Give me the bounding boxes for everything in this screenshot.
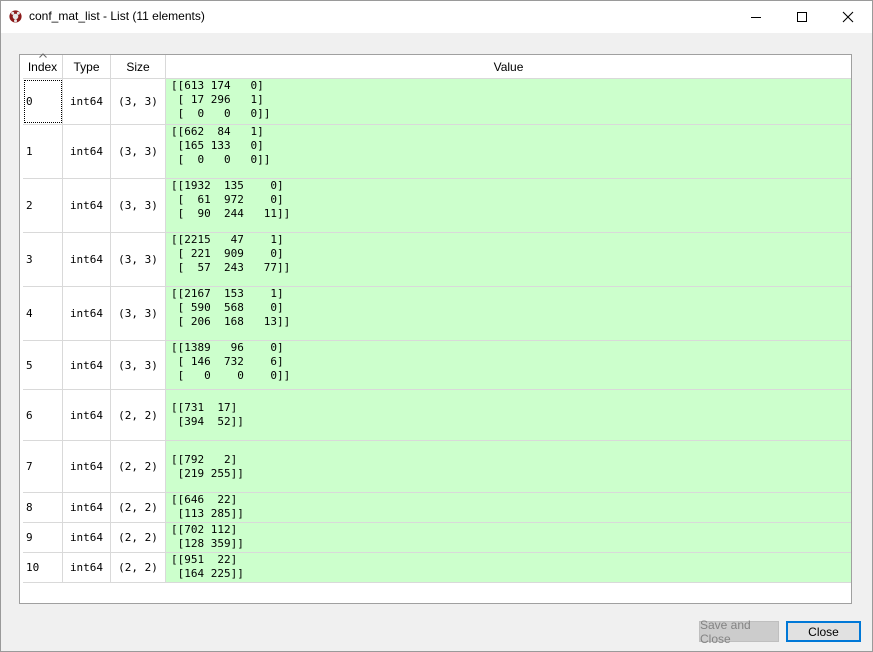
- type-cell[interactable]: int64: [63, 493, 111, 522]
- type-cell[interactable]: int64: [63, 79, 111, 124]
- size-cell[interactable]: (3, 3): [111, 233, 166, 286]
- column-header-type[interactable]: Type: [63, 55, 111, 79]
- size-cell[interactable]: (3, 3): [111, 79, 166, 124]
- type-cell[interactable]: int64: [63, 553, 111, 582]
- value-text: [[731 17] [394 52]]: [171, 401, 244, 428]
- value-text: [[646 22] [113 285]]: [171, 493, 244, 520]
- size-cell[interactable]: (3, 3): [111, 341, 166, 389]
- column-header-index[interactable]: Index: [23, 53, 63, 79]
- table-header: Index Type Size Value: [23, 53, 851, 79]
- table-row[interactable]: 4 int64 (3, 3) [[2167 153 1] [ 590 568 0…: [23, 287, 851, 341]
- value-cell[interactable]: [[2215 47 1] [ 221 909 0] [ 57 243 77]]: [166, 233, 851, 286]
- value-cell[interactable]: [[613 174 0] [ 17 296 1] [ 0 0 0]]: [166, 79, 851, 124]
- size-cell[interactable]: (3, 3): [111, 179, 166, 232]
- table-row[interactable]: 3 int64 (3, 3) [[2215 47 1] [ 221 909 0]…: [23, 233, 851, 287]
- value-cell[interactable]: [[702 112] [128 359]]: [166, 523, 851, 552]
- table-row[interactable]: 1 int64 (3, 3) [[662 84 1] [165 133 0] […: [23, 125, 851, 179]
- save-and-close-button[interactable]: Save and Close: [699, 618, 779, 646]
- table-body: 0 int64 (3, 3) [[613 174 0] [ 17 296 1] …: [23, 79, 851, 583]
- value-text: [[662 84 1] [165 133 0] [ 0 0 0]]: [171, 125, 271, 166]
- type-cell[interactable]: int64: [63, 125, 111, 178]
- index-cell[interactable]: 8: [23, 493, 63, 522]
- type-cell[interactable]: int64: [63, 233, 111, 286]
- index-cell[interactable]: 9: [23, 523, 63, 552]
- value-text: [[613 174 0] [ 17 296 1] [ 0 0 0]]: [171, 79, 271, 120]
- column-header-size[interactable]: Size: [111, 55, 166, 79]
- table-row[interactable]: 7 int64 (2, 2) [[792 2] [219 255]]: [23, 441, 851, 493]
- value-cell[interactable]: [[1389 96 0] [ 146 732 6] [ 0 0 0]]: [166, 341, 851, 389]
- size-cell[interactable]: (2, 2): [111, 493, 166, 522]
- index-cell[interactable]: 0: [23, 79, 63, 124]
- index-cell[interactable]: 1: [23, 125, 63, 178]
- type-cell[interactable]: int64: [63, 441, 111, 492]
- value-text: [[792 2] [219 255]]: [171, 452, 244, 480]
- index-cell[interactable]: 10: [23, 553, 63, 582]
- list-editor-dialog: conf_mat_list - List (11 elements) Index…: [0, 0, 873, 652]
- type-cell[interactable]: int64: [63, 341, 111, 389]
- table-row[interactable]: 6 int64 (2, 2) [[731 17] [394 52]]: [23, 390, 851, 441]
- close-window-button[interactable]: [825, 1, 871, 33]
- title-bar[interactable]: conf_mat_list - List (11 elements): [1, 1, 872, 33]
- column-header-value[interactable]: Value: [166, 55, 851, 79]
- column-header-size-label: Size: [126, 59, 150, 74]
- value-cell[interactable]: [[731 17] [394 52]]: [166, 390, 851, 440]
- table-row[interactable]: 0 int64 (3, 3) [[613 174 0] [ 17 296 1] …: [23, 79, 851, 125]
- type-cell[interactable]: int64: [63, 179, 111, 232]
- value-cell[interactable]: [[646 22] [113 285]]: [166, 493, 851, 522]
- spyder-icon: [9, 10, 22, 23]
- maximize-icon: [797, 12, 807, 22]
- value-cell[interactable]: [[792 2] [219 255]]: [166, 441, 851, 492]
- index-cell[interactable]: 5: [23, 341, 63, 389]
- value-text: [[702 112] [128 359]]: [171, 523, 244, 550]
- value-cell[interactable]: [[951 22] [164 225]]: [166, 553, 851, 582]
- close-icon: [842, 11, 854, 23]
- size-cell[interactable]: (2, 2): [111, 523, 166, 552]
- value-text: [[2167 153 1] [ 590 568 0] [ 206 168 13]…: [171, 287, 291, 328]
- column-header-type-label: Type: [73, 59, 100, 74]
- index-cell[interactable]: 2: [23, 179, 63, 232]
- maximize-button[interactable]: [779, 1, 825, 33]
- window-title: conf_mat_list - List (11 elements): [29, 9, 205, 23]
- size-cell[interactable]: (2, 2): [111, 553, 166, 582]
- type-cell[interactable]: int64: [63, 390, 111, 440]
- type-cell[interactable]: int64: [63, 287, 111, 340]
- close-button[interactable]: Close: [786, 621, 861, 642]
- list-table[interactable]: Index Type Size Value 0 int64 (3, 3) [[6…: [19, 53, 852, 604]
- value-text: [[951 22] [164 225]]: [171, 553, 244, 580]
- type-cell[interactable]: int64: [63, 523, 111, 552]
- size-cell[interactable]: (3, 3): [111, 125, 166, 178]
- index-cell[interactable]: 7: [23, 441, 63, 492]
- table-row[interactable]: 5 int64 (3, 3) [[1389 96 0] [ 146 732 6]…: [23, 341, 851, 390]
- size-cell[interactable]: (2, 2): [111, 441, 166, 492]
- table-row[interactable]: 8 int64 (2, 2) [[646 22] [113 285]]: [23, 493, 851, 523]
- table-row[interactable]: 2 int64 (3, 3) [[1932 135 0] [ 61 972 0]…: [23, 179, 851, 233]
- table-row[interactable]: 10 int64 (2, 2) [[951 22] [164 225]]: [23, 553, 851, 583]
- value-text: [[2215 47 1] [ 221 909 0] [ 57 243 77]]: [171, 233, 291, 274]
- minimize-button[interactable]: [733, 1, 779, 33]
- value-cell[interactable]: [[2167 153 1] [ 590 568 0] [ 206 168 13]…: [166, 287, 851, 340]
- column-header-value-label: Value: [493, 59, 524, 74]
- column-header-index-label: Index: [27, 59, 58, 74]
- value-text: [[1932 135 0] [ 61 972 0] [ 90 244 11]]: [171, 179, 291, 220]
- index-cell[interactable]: 4: [23, 287, 63, 340]
- value-cell[interactable]: [[1932 135 0] [ 61 972 0] [ 90 244 11]]: [166, 179, 851, 232]
- size-cell[interactable]: (2, 2): [111, 390, 166, 440]
- value-text: [[1389 96 0] [ 146 732 6] [ 0 0 0]]: [171, 341, 291, 382]
- index-cell[interactable]: 6: [23, 390, 63, 440]
- minimize-icon: [751, 17, 761, 18]
- sort-ascending-icon: [39, 53, 47, 58]
- size-cell[interactable]: (3, 3): [111, 287, 166, 340]
- table-row[interactable]: 9 int64 (2, 2) [[702 112] [128 359]]: [23, 523, 851, 553]
- value-cell[interactable]: [[662 84 1] [165 133 0] [ 0 0 0]]: [166, 125, 851, 178]
- index-cell[interactable]: 3: [23, 233, 63, 286]
